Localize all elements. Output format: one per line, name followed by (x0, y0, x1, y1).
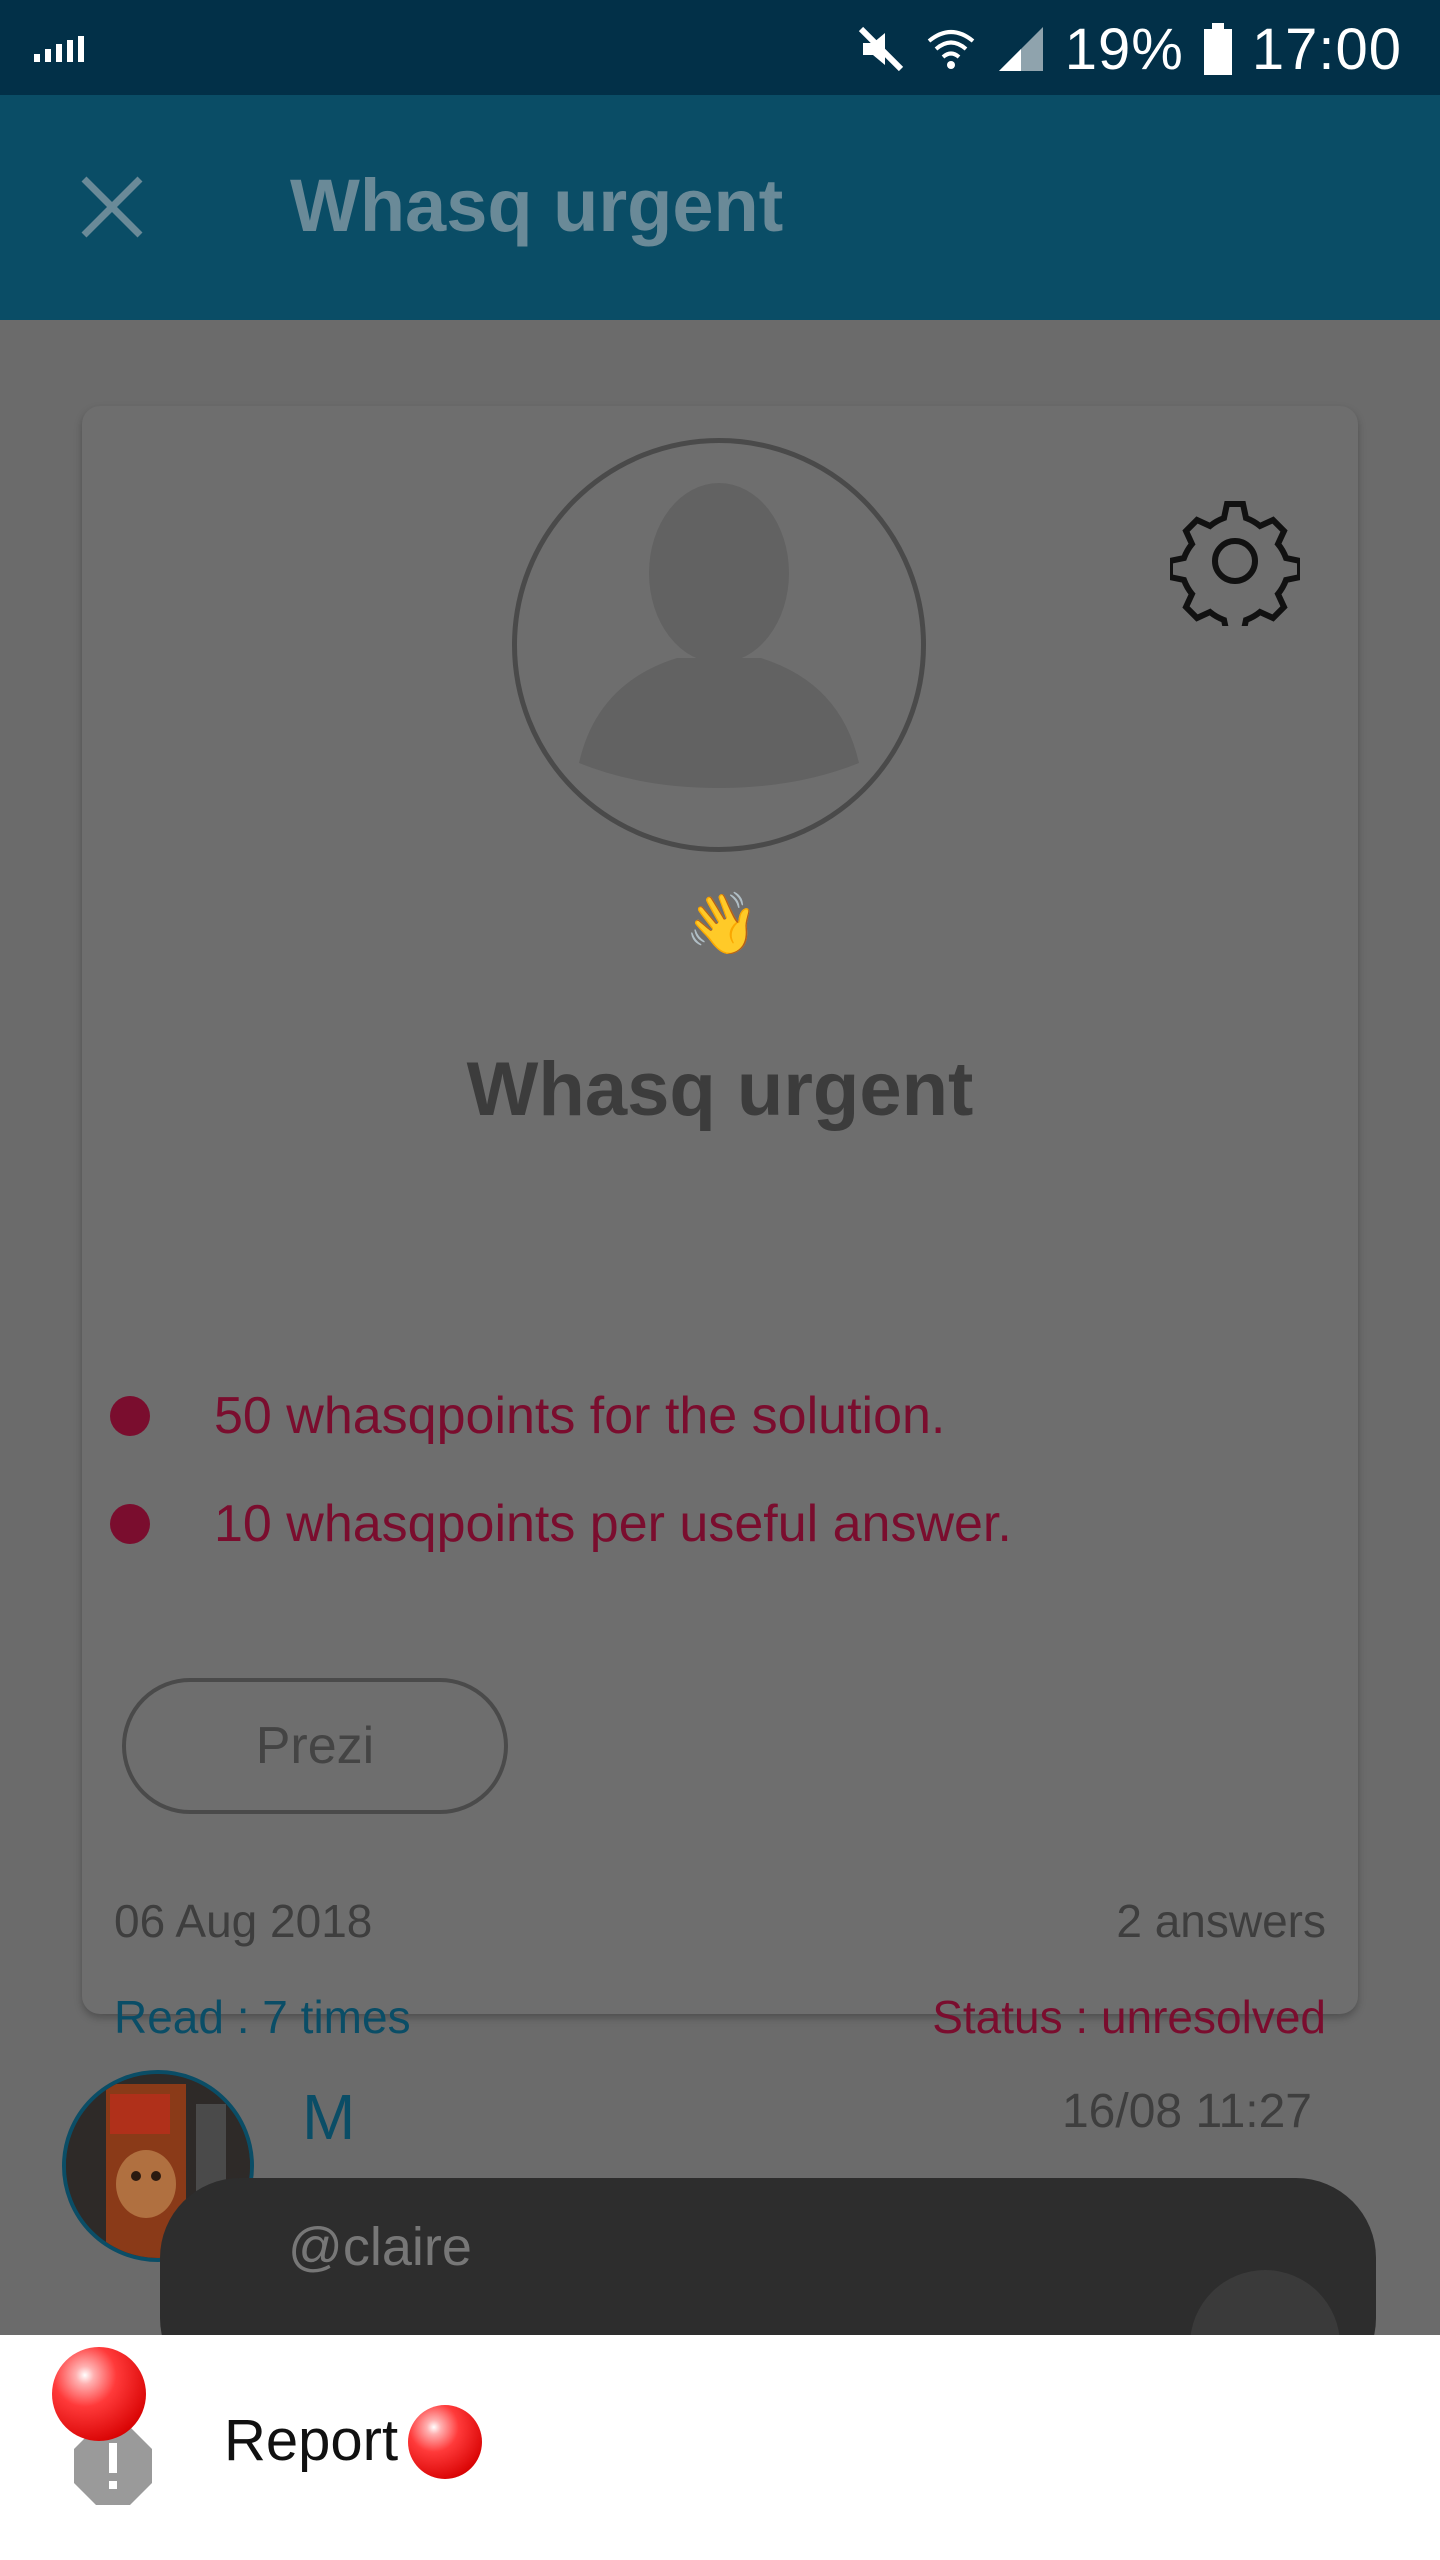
reward-text: 50 whasqpoints for the solution. (214, 1387, 946, 1445)
question-card: 👋 Whasq urgent 50 whasqpoints for the so… (82, 406, 1358, 2043)
reward-item: 50 whasqpoints for the solution. (110, 1386, 945, 1446)
waving-hand-icon: 👋 (684, 890, 760, 957)
status-bar: 19% 17:00 (0, 0, 1440, 95)
read-count: Read : 7 times (114, 1991, 411, 2043)
wifi-icon (927, 30, 975, 69)
bullet-icon (110, 1396, 150, 1436)
bullet-icon (110, 1504, 150, 1544)
answer-action-icon[interactable] (1190, 2270, 1340, 2335)
answers-count: 2 answers (1116, 1895, 1326, 1947)
avatar[interactable] (512, 438, 926, 852)
close-icon[interactable] (70, 165, 154, 249)
answer-author: M (302, 2081, 356, 2153)
reward-text: 10 whasqpoints per useful answer. (214, 1495, 1012, 1553)
answer-bubble[interactable]: @claire (160, 2178, 1376, 2335)
app-bar: Whasq urgent (0, 95, 1440, 320)
question-date: 06 Aug 2018 (114, 1895, 373, 1947)
question-title: Whasq urgent (466, 1047, 974, 1132)
answer-text: @claire (288, 2217, 472, 2277)
status-icons: 19% 17:00 (855, 14, 1402, 84)
reward-item: 10 whasqpoints per useful answer. (110, 1494, 1012, 1554)
status-badge: Status : unresolved (932, 1991, 1326, 2043)
touch-indicator-icon (52, 2347, 146, 2441)
battery-percent: 19% (1064, 16, 1184, 82)
bottom-sheet: Report (0, 2335, 1440, 2560)
page-title: Whasq urgent (290, 164, 784, 247)
mute-icon (858, 26, 903, 72)
default-user-icon (579, 483, 859, 788)
touch-indicator-icon (408, 2405, 482, 2479)
gear-icon[interactable] (1170, 496, 1300, 626)
notification-signal-icon (34, 36, 84, 62)
report-button[interactable]: Report (224, 2407, 398, 2474)
clock: 17:00 (1251, 16, 1402, 82)
prezi-button[interactable]: Prezi (122, 1678, 508, 1814)
battery-icon (1203, 23, 1232, 75)
main-content: 👋 Whasq urgent 50 whasqpoints for the so… (0, 320, 1440, 2335)
answer-timestamp: 16/08 11:27 (1061, 2085, 1312, 2138)
cell-signal-icon (998, 27, 1043, 71)
